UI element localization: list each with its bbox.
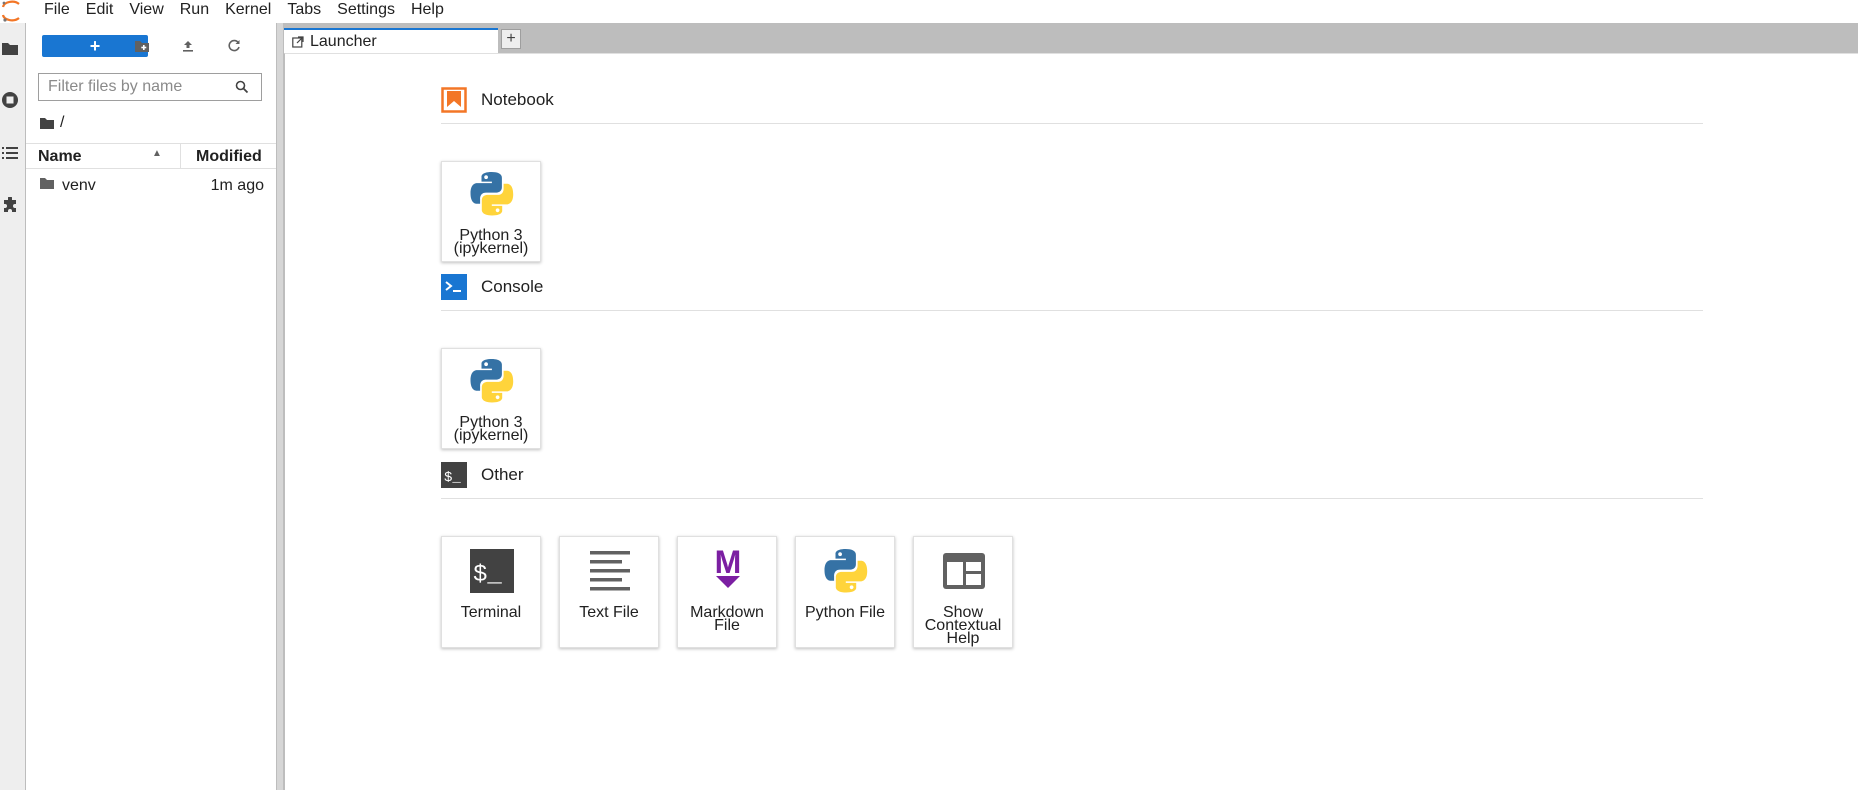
launcher-icon bbox=[292, 35, 304, 48]
file-browser: + / Name ▲ Modified venv 1m ago bbox=[26, 23, 276, 790]
card-label-line1: Python File bbox=[804, 604, 886, 621]
menu-view[interactable]: View bbox=[121, 0, 171, 23]
add-tab-button[interactable]: + bbox=[501, 29, 521, 49]
file-list-header: Name ▲ Modified bbox=[26, 143, 276, 169]
section-divider bbox=[441, 123, 1703, 124]
markdown-icon: M bbox=[715, 545, 742, 588]
left-sidebar bbox=[0, 23, 26, 790]
extension-icon[interactable] bbox=[0, 195, 20, 215]
section-notebook: Notebook bbox=[441, 86, 554, 114]
new-folder-icon[interactable] bbox=[130, 35, 154, 57]
section-title: Other bbox=[481, 465, 524, 484]
console-python3-card[interactable]: Python 3 (ipykernel) bbox=[441, 348, 541, 449]
tab-label: Launcher bbox=[310, 32, 377, 50]
column-modified-header[interactable]: Modified bbox=[196, 148, 262, 166]
home-folder-icon[interactable] bbox=[40, 117, 54, 129]
folder-icon bbox=[40, 178, 54, 189]
card-label-line1: Terminal bbox=[460, 604, 522, 621]
launcher: Notebook Python 3 (ipykernel) Console Py… bbox=[284, 53, 1858, 790]
menu-bar: File Edit View Run Kernel Tabs Settings … bbox=[0, 0, 1858, 23]
folder-icon[interactable] bbox=[0, 38, 20, 58]
upload-icon[interactable] bbox=[176, 35, 200, 57]
notebook-python3-card[interactable]: Python 3 (ipykernel) bbox=[441, 161, 541, 262]
menu-tabs[interactable]: Tabs bbox=[279, 0, 329, 23]
filter-files-input[interactable] bbox=[46, 77, 230, 97]
file-row[interactable]: venv 1m ago bbox=[26, 173, 276, 199]
card-label-line2: (ipykernel) bbox=[453, 427, 529, 444]
contextual-help-icon bbox=[943, 553, 985, 589]
menu-file[interactable]: File bbox=[36, 0, 78, 23]
python-icon bbox=[824, 549, 868, 593]
markdown-file-card[interactable]: M Markdown File bbox=[677, 536, 777, 648]
file-name: venv bbox=[62, 177, 96, 194]
sort-ascending-icon: ▲ bbox=[152, 148, 162, 159]
file-modified: 1m ago bbox=[210, 177, 264, 194]
section-divider bbox=[441, 310, 1703, 311]
tab-bar: Launcher + bbox=[284, 23, 1858, 53]
section-title: Console bbox=[481, 277, 544, 296]
text-file-icon bbox=[590, 551, 630, 591]
menu-help[interactable]: Help bbox=[403, 0, 452, 23]
jupyter-logo-icon bbox=[1, 0, 20, 22]
menu-kernel[interactable]: Kernel bbox=[217, 0, 279, 23]
search-icon bbox=[235, 80, 249, 94]
other-terminal-icon: $_ bbox=[441, 462, 467, 488]
section-console: Console bbox=[441, 273, 543, 301]
breadcrumb: / bbox=[40, 113, 64, 133]
filter-files-field[interactable] bbox=[38, 73, 262, 101]
contextual-help-card[interactable]: Show Contextual Help bbox=[913, 536, 1013, 648]
panel-splitter[interactable] bbox=[276, 23, 284, 790]
menu-edit[interactable]: Edit bbox=[78, 0, 122, 23]
card-label-line3: Help bbox=[946, 630, 980, 647]
section-other: $_ Other bbox=[441, 461, 524, 489]
text-file-card[interactable]: Text File bbox=[559, 536, 659, 648]
terminal-icon: $_ bbox=[470, 549, 514, 593]
python-icon bbox=[470, 172, 514, 216]
menu-settings[interactable]: Settings bbox=[329, 0, 403, 23]
card-label-line1: Text File bbox=[579, 604, 639, 621]
console-icon bbox=[441, 274, 467, 300]
card-label-line2: (ipykernel) bbox=[453, 240, 529, 257]
column-name-header[interactable]: Name bbox=[38, 148, 82, 166]
toc-icon[interactable] bbox=[0, 143, 20, 163]
menu-run[interactable]: Run bbox=[172, 0, 217, 23]
notebook-icon bbox=[441, 87, 467, 113]
python-icon bbox=[470, 359, 514, 403]
menu-list: File Edit View Run Kernel Tabs Settings … bbox=[36, 0, 452, 23]
file-browser-toolbar: + bbox=[26, 23, 276, 67]
terminal-card[interactable]: $_ Terminal bbox=[441, 536, 541, 648]
svg-text:$_: $_ bbox=[473, 562, 502, 589]
tab-launcher[interactable]: Launcher bbox=[284, 28, 498, 53]
svg-text:M: M bbox=[715, 545, 742, 580]
column-divider[interactable] bbox=[180, 144, 181, 168]
card-label-line2: File bbox=[714, 617, 740, 634]
section-divider bbox=[441, 498, 1703, 499]
running-icon[interactable] bbox=[0, 90, 20, 110]
breadcrumb-root[interactable]: / bbox=[60, 114, 64, 132]
section-title: Notebook bbox=[481, 90, 554, 109]
refresh-icon[interactable] bbox=[222, 35, 246, 57]
svg-text:$_: $_ bbox=[444, 470, 461, 486]
python-file-card[interactable]: Python File bbox=[795, 536, 895, 648]
